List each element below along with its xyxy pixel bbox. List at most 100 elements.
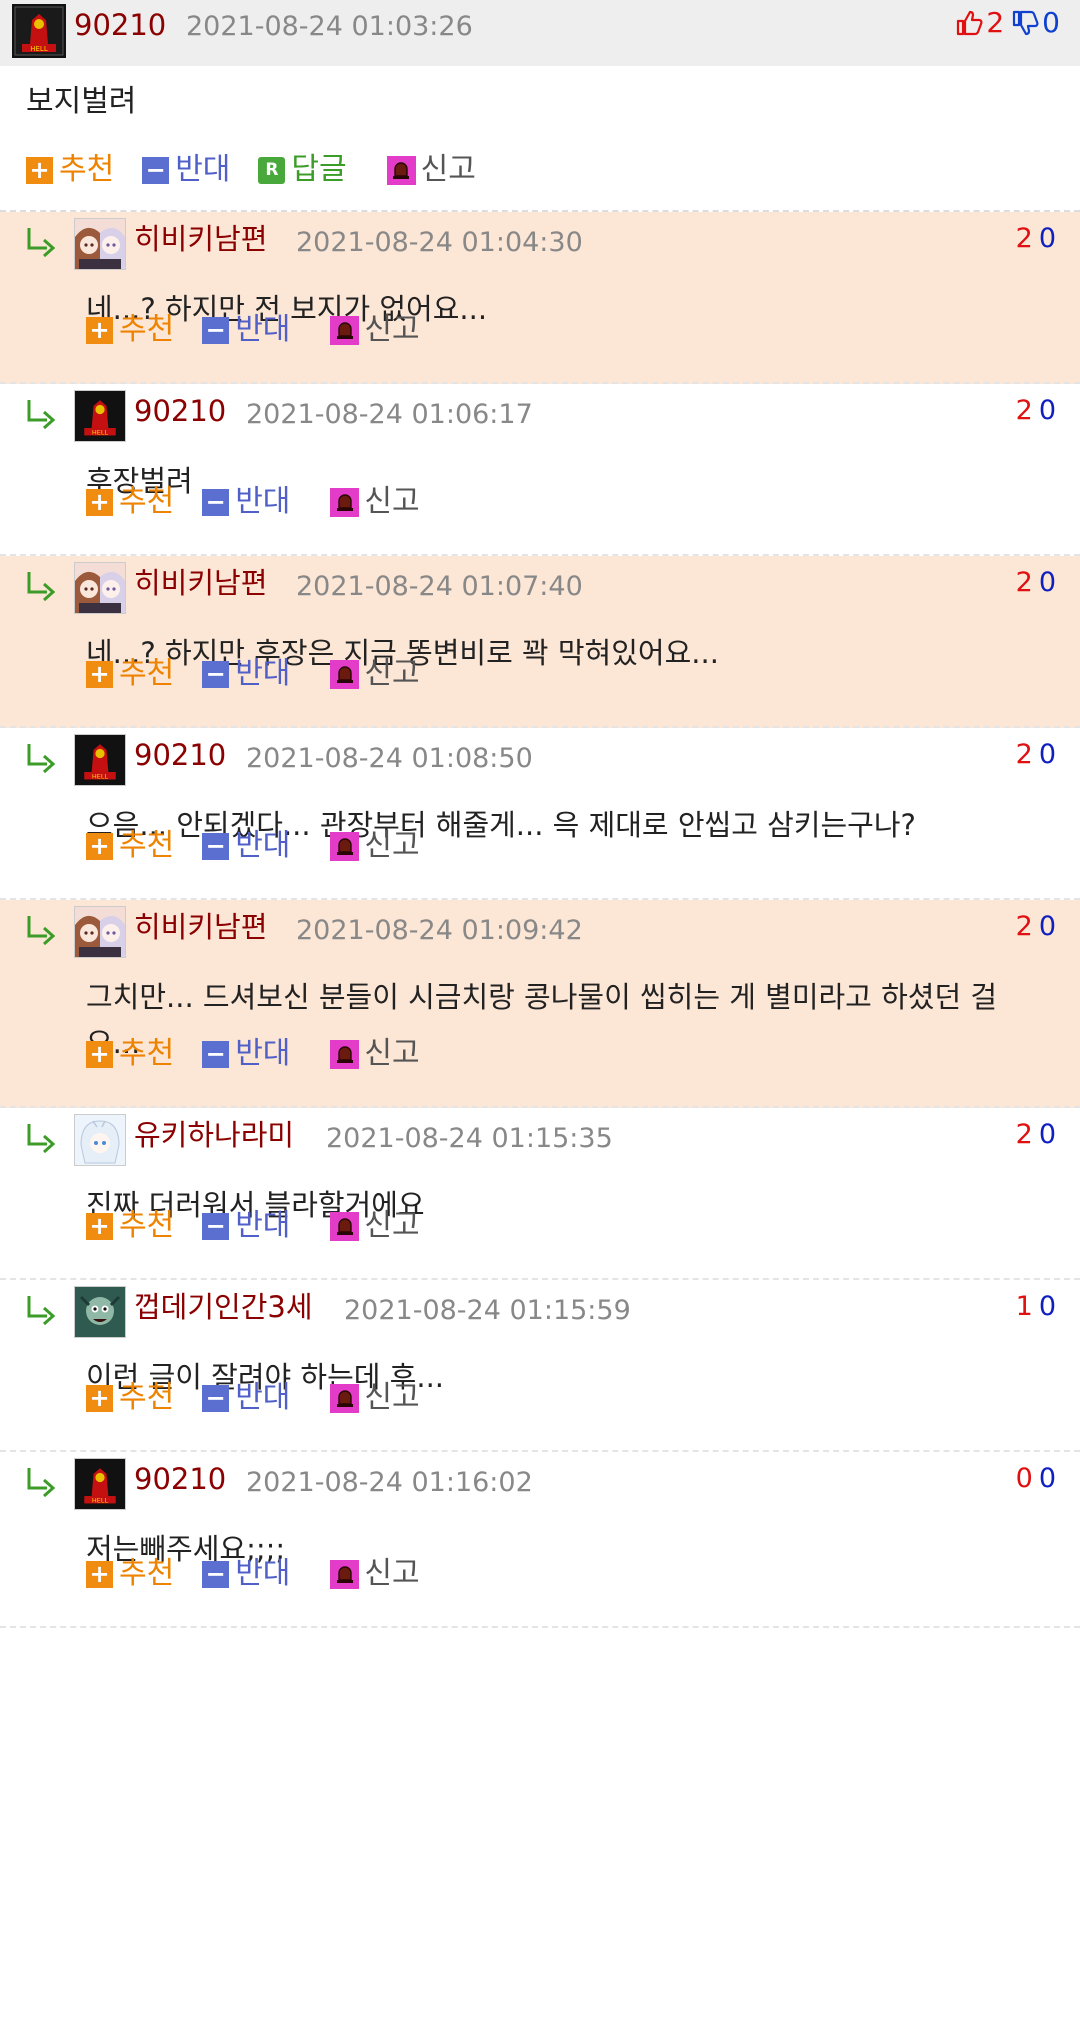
recommend-button[interactable]: + 추천 <box>86 656 174 692</box>
reply-vote-counts: 20 <box>1016 738 1056 772</box>
oppose-button[interactable]: − 반대 <box>142 152 230 188</box>
oppose-button[interactable]: − 반대 <box>202 312 290 348</box>
reply-arrow-icon <box>27 916 56 946</box>
root-author-nickname[interactable]: 90210 <box>74 8 166 42</box>
reply-up-count: 2 <box>1015 1119 1033 1150</box>
reply-down-count: 0 <box>1038 567 1056 598</box>
reply-down-count: 0 <box>1038 911 1056 942</box>
reply-author-nickname[interactable]: 히비키남편 <box>134 222 267 256</box>
report-button[interactable]: 신고 <box>386 152 476 188</box>
recommend-button[interactable]: + 추천 <box>86 484 174 520</box>
anime-whitehair-avatar[interactable] <box>74 1114 126 1166</box>
reply-author-nickname[interactable]: 히비키남편 <box>134 910 267 944</box>
recommend-label: 추천 <box>119 1208 175 1243</box>
reply-item: HELL 90210 2021-08-24 01:08:50 2 0 으음... 안되겠다… <box>0 728 1080 900</box>
oppose-button[interactable]: − 반대 <box>202 656 290 692</box>
recommend-label: 추천 <box>119 484 175 519</box>
siren-icon <box>386 155 416 185</box>
reply-up-count: 0 <box>1015 1463 1033 1494</box>
oppose-label: 반대 <box>235 1380 291 1415</box>
plus-icon: + <box>86 316 113 344</box>
recommend-button[interactable]: + 추천 <box>86 1556 174 1592</box>
reply-down-count: 0 <box>1038 223 1056 254</box>
svg-text:HELL: HELL <box>92 773 109 781</box>
siren-icon <box>330 659 360 689</box>
reply-author-nickname[interactable]: 껍데기인간3세 <box>134 1290 313 1324</box>
recommend-button[interactable]: + 추천 <box>86 1380 174 1416</box>
root-comment-body: 보지벌려 + 추천 − 반대 R 답글 신고 <box>0 66 1080 212</box>
siren-icon <box>330 315 360 345</box>
report-button[interactable]: 신고 <box>330 484 420 520</box>
reply-item: 유키하나라미 2021-08-24 01:15:35 2 0 진짜 더러워서 블라할거에… <box>0 1108 1080 1280</box>
oppose-button[interactable]: − 반대 <box>202 1208 290 1244</box>
reply-down-count: 0 <box>1038 739 1056 770</box>
devil-avatar[interactable]: HELL <box>74 390 126 442</box>
oppose-button[interactable]: − 반대 <box>202 1556 290 1592</box>
report-button[interactable]: 신고 <box>330 1380 420 1416</box>
dark-character-avatar[interactable] <box>74 1286 126 1338</box>
devil-avatar[interactable]: HELL <box>74 1458 126 1510</box>
report-button[interactable]: 신고 <box>330 1556 420 1592</box>
plus-icon: + <box>26 156 53 184</box>
reply-actions: + 추천 − 반대 신고 <box>86 1556 448 1592</box>
reply-up-count: 2 <box>1015 739 1033 770</box>
report-button[interactable]: 신고 <box>330 1036 420 1072</box>
anime-girls-avatar[interactable] <box>74 906 126 958</box>
recommend-button[interactable]: + 추천 <box>26 152 114 188</box>
oppose-button[interactable]: − 반대 <box>202 1380 290 1416</box>
reply-arrow-icon <box>27 1124 56 1154</box>
minus-icon: − <box>202 1212 230 1240</box>
recommend-button[interactable]: + 추천 <box>86 312 174 348</box>
reply-item: 히비키남편 2021-08-24 01:07:40 2 0 네...? 하지만 후장은 … <box>0 556 1080 728</box>
reply-author-nickname[interactable]: 히비키남편 <box>134 566 267 600</box>
reply-timestamp: 2021-08-24 01:16:02 <box>246 1467 533 1498</box>
recommend-button[interactable]: + 추천 <box>86 1208 174 1244</box>
oppose-button[interactable]: − 반대 <box>202 484 290 520</box>
reply-actions: + 추천 − 반대 신고 <box>86 1380 448 1416</box>
oppose-label: 반대 <box>235 1036 291 1071</box>
minus-icon: − <box>202 1560 230 1588</box>
svg-text:HELL: HELL <box>92 1497 109 1505</box>
siren-icon <box>330 831 360 861</box>
thumbs-up-icon <box>957 10 983 35</box>
anime-girls-avatar[interactable] <box>74 562 126 614</box>
reply-author-nickname[interactable]: 유키하나라미 <box>134 1118 294 1152</box>
oppose-button[interactable]: − 반대 <box>202 1036 290 1072</box>
reply-vote-counts: 20 <box>1016 394 1056 428</box>
minus-icon: − <box>202 316 230 344</box>
report-button[interactable]: 신고 <box>330 312 420 348</box>
reply-author-nickname[interactable]: 90210 <box>134 394 226 428</box>
reply-down-count: 0 <box>1038 1119 1056 1150</box>
root-up-count: 2 <box>986 6 1005 39</box>
devil-avatar[interactable]: HELL <box>74 734 126 786</box>
plus-icon: + <box>86 1384 113 1412</box>
report-label: 신고 <box>364 828 420 863</box>
recommend-button[interactable]: + 추천 <box>86 1036 174 1072</box>
reply-item: HELL 90210 2021-08-24 01:16:02 0 0 저는빼주세요;;;;… <box>0 1452 1080 1628</box>
reply-button[interactable]: R 답글 <box>258 152 347 188</box>
minus-icon: − <box>202 1040 230 1068</box>
reply-up-count: 2 <box>1015 911 1033 942</box>
reply-item: 히비키남편 2021-08-24 01:09:42 2 0 그치만... 드셔보신 분들… <box>0 900 1080 1108</box>
oppose-label: 반대 <box>235 312 291 347</box>
oppose-label: 반대 <box>235 828 291 863</box>
reply-vote-counts: 20 <box>1016 910 1056 944</box>
reply-actions: + 추천 − 반대 신고 <box>86 312 448 348</box>
anime-girls-avatar[interactable] <box>74 218 126 270</box>
root-vote-counts: 2 0 <box>954 6 1060 39</box>
reply-author-nickname[interactable]: 90210 <box>134 1462 226 1496</box>
oppose-label: 반대 <box>235 1208 291 1243</box>
oppose-button[interactable]: − 반대 <box>202 828 290 864</box>
reply-down-count: 0 <box>1038 1463 1056 1494</box>
reply-down-count: 0 <box>1038 395 1056 426</box>
report-button[interactable]: 신고 <box>330 656 420 692</box>
reply-author-nickname[interactable]: 90210 <box>134 738 226 772</box>
devil-avatar[interactable]: HELL <box>12 4 66 58</box>
report-button[interactable]: 신고 <box>330 828 420 864</box>
reply-up-count: 1 <box>1015 1291 1033 1322</box>
reply-timestamp: 2021-08-24 01:06:17 <box>246 399 533 430</box>
reply-arrow-icon <box>27 1468 56 1498</box>
svg-text:HELL: HELL <box>30 45 48 53</box>
report-button[interactable]: 신고 <box>330 1208 420 1244</box>
recommend-button[interactable]: + 추천 <box>86 828 174 864</box>
